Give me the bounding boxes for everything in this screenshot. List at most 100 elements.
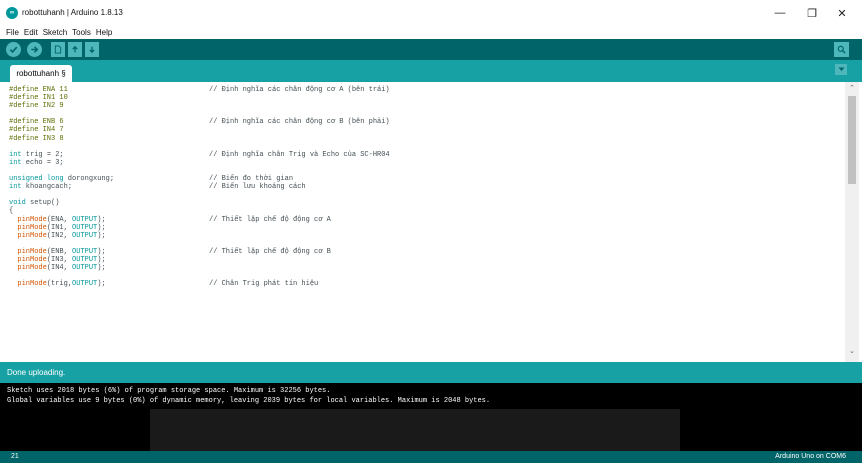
upload-icon [31,46,39,53]
code-token: OUTPUT [72,215,98,224]
code-token: void [9,199,26,208]
code-text: unsigned long dorongxung; [9,175,114,183]
serial-monitor-button[interactable] [834,42,849,57]
code-token: ); [97,215,106,224]
code-text: #define IN1 10 [9,94,68,102]
code-text: #define IN3 8 [9,135,64,143]
console-background-shape [150,409,680,451]
tab-menu-button[interactable] [835,64,847,75]
code-text: int echo = 3; [9,159,64,167]
verify-button[interactable] [6,42,21,57]
menu-help[interactable]: Help [96,26,112,39]
code-token: ); [97,255,106,264]
code-text: #define ENB 6 [9,118,64,126]
menu-bar: File Edit Sketch Tools Help [0,26,862,39]
code-comment: // Biến đo thời gian [209,175,294,184]
scroll-down-arrow-icon[interactable]: ⌄ [845,348,859,356]
code-comment: // Định nghĩa các chân động cơ B (bên ph… [209,118,390,127]
code-token: (IN1, [46,223,73,232]
editor-scrollbar[interactable]: ⌃ ⌄ [845,82,859,362]
code-token: pinMode [9,280,47,289]
code-token: #define ENB 6 [9,118,64,127]
code-token: #define IN3 8 [9,134,64,143]
verify-icon [9,46,18,54]
open-icon [72,45,78,53]
code-token: dorongxung; [63,175,115,184]
code-comment: // Định nghĩa chân Trig và Echo của SC-H… [209,150,390,159]
code-token: OUTPUT [72,223,98,232]
code-token: #define IN4 7 [9,126,64,135]
code-text: int trig = 2; [9,151,64,159]
title-bar: ∞ robottuhanh | Arduino 1.8.13 — ❐ ✕ [0,0,862,26]
code-token: int [9,158,22,167]
code-text: #define IN4 7 [9,126,64,134]
code-token: (IN3, [46,255,73,264]
code-token: pinMode [9,215,47,224]
scroll-up-arrow-icon[interactable]: ⌃ [845,85,859,93]
code-token: (trig, [46,280,73,289]
close-button[interactable]: ✕ [827,3,857,23]
code-token: pinMode [9,264,47,273]
minimize-button[interactable]: — [765,3,795,23]
menu-file[interactable]: File [6,26,19,39]
code-token: OUTPUT [72,231,98,240]
console-line: Sketch uses 2018 bytes (6%) of program s… [7,387,331,395]
code-token: (ENA, [46,215,73,224]
code-token: trig = 2; [21,150,64,159]
tab-robottuhanh[interactable]: robottuhanh § [10,65,72,82]
scroll-thumb[interactable] [848,96,856,184]
code-text: pinMode(ENB, OUTPUT); [9,247,105,256]
code-text: int khoangcach; [9,183,72,191]
code-token: setup() [25,199,60,208]
status-message: Done uploading. [7,368,66,377]
code-comment: // Biến lưu khoảng cách [209,183,306,192]
code-token: (IN2, [46,231,73,240]
code-token: pinMode [9,231,47,240]
console-output[interactable]: Sketch uses 2018 bytes (6%) of program s… [0,383,862,451]
code-token: echo = 3; [21,158,64,167]
code-token: int [9,150,22,159]
code-text: pinMode(IN2, OUTPUT); [9,231,105,240]
code-comment: // Định nghĩa các chân động cơ A (bên tr… [209,86,390,94]
code-token: { [9,207,14,216]
open-button[interactable] [68,42,82,57]
tab-bar: robottuhanh § [0,60,862,82]
serial-monitor-icon [837,45,846,54]
code-text: pinMode(ENA, OUTPUT); [9,215,106,224]
menu-edit[interactable]: Edit [24,26,38,39]
code-text: { [9,207,13,215]
upload-button[interactable] [27,42,42,57]
arduino-logo-icon: ∞ [6,7,18,19]
maximize-button[interactable]: ❐ [797,3,827,23]
code-text: pinMode(IN3, OUTPUT); [9,255,106,264]
code-token: pinMode [9,255,47,264]
menu-sketch[interactable]: Sketch [43,26,67,39]
code-text: #define IN2 9 [9,102,64,110]
code-editor[interactable]: #define ENA 11 // Định nghĩa các chân độn… [0,82,862,362]
code-text: pinMode(IN4, OUTPUT); [9,264,106,273]
code-token: OUTPUT [72,255,98,264]
save-button[interactable] [85,42,99,57]
board-port-info: Arduino Uno on COM6 [775,453,846,460]
console-line: Global variables use 9 bytes (0%) of dyn… [7,397,491,405]
code-comment: // Chân Trig phát tín hiệu [209,280,319,289]
code-token: ); [97,264,106,273]
new-button[interactable] [51,42,65,57]
code-token: pinMode [9,247,47,256]
code-token: OUTPUT [72,247,98,256]
new-icon [54,45,62,54]
window-title: robottuhanh | Arduino 1.8.13 [22,8,123,17]
code-token: ); [97,223,106,232]
code-token: #define ENA 11 [9,86,68,94]
code-token: (IN4, [46,264,73,273]
code-token: pinMode [9,223,47,232]
code-token: khoangcach; [21,183,73,192]
code-token: #define IN2 9 [9,102,64,111]
code-token: (ENB, [46,247,73,256]
chevron-down-icon [838,67,844,71]
toolbar [0,39,862,60]
menu-tools[interactable]: Tools [72,26,91,39]
code-token: OUTPUT [72,280,98,289]
code-comment: // Thiết lập chế độ động cơ B [209,247,331,256]
code-text: #define ENA 11 [9,86,68,94]
